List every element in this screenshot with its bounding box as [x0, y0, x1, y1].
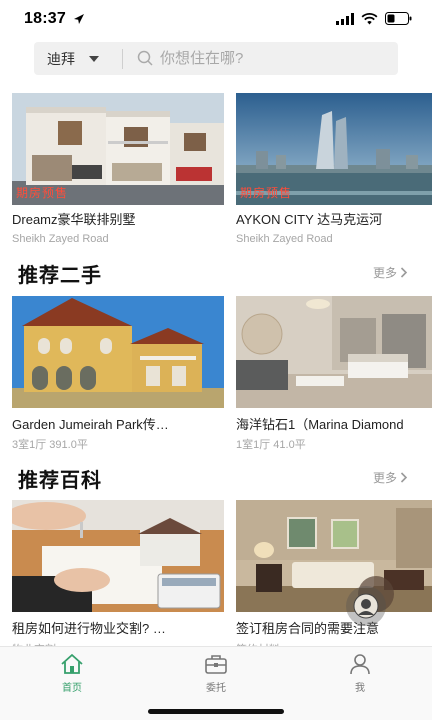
tab-label: 委托	[206, 683, 226, 694]
listing-card[interactable]: 海洋钻石1（Marina Diamond 1室1厅 41.0平	[236, 296, 432, 452]
listing-photo: 期房预售	[236, 93, 432, 205]
section-title-second-hand: 推荐二手	[18, 265, 102, 287]
presale-tag: 期房预售	[240, 186, 293, 200]
listing-photo	[236, 296, 432, 408]
location-arrow-icon	[74, 14, 84, 24]
more-second-hand-link[interactable]: 更多	[373, 264, 408, 281]
listing-card[interactable]: Garden Jumeirah Park传… 3室1厅 391.0平	[12, 296, 224, 452]
floating-avatar-button[interactable]	[346, 586, 386, 626]
city-label: 迪拜	[47, 50, 75, 67]
status-time: 18:37	[24, 10, 66, 27]
search-input[interactable]	[160, 50, 380, 67]
more-label: 更多	[372, 471, 397, 485]
listing-specs: 1室1厅 41.0平	[236, 439, 306, 451]
search-field[interactable]	[123, 42, 398, 75]
listing-photo	[12, 296, 224, 408]
more-encyclopedia-link[interactable]: 更多	[373, 469, 408, 486]
tab-home[interactable]: 首页	[0, 653, 144, 694]
more-label: 更多	[372, 266, 397, 280]
listing-specs: 3室1厅 391.0平	[12, 439, 88, 451]
listing-title: Dreamz豪华联排别墅	[12, 212, 136, 227]
search-bar: 迪拜	[34, 42, 398, 75]
article-photo	[12, 500, 224, 612]
tab-label: 首页	[62, 683, 82, 694]
presale-tag: 期房预售	[16, 186, 69, 200]
article-card[interactable]: 租房如何进行物业交割? … 物业交割	[12, 500, 224, 649]
article-card[interactable]: 签订租房合同的需要注意 签约材料	[236, 500, 432, 649]
listing-title: AYKON CITY 达马克运河	[236, 212, 383, 227]
listing-location: Sheikh Zayed Road	[12, 233, 109, 245]
listing-card[interactable]: 期房预售 AYKON CITY 达马克运河 Sheikh Zayed Road	[236, 93, 432, 253]
listing-card[interactable]: 期房预售 Dreamz豪华联排别墅 Sheikh Zayed Road	[12, 93, 224, 253]
city-selector[interactable]: 迪拜	[34, 42, 122, 75]
tab-me[interactable]: 我	[288, 653, 432, 694]
home-indicator	[148, 709, 284, 714]
avatar-icon	[353, 593, 379, 619]
chevron-right-icon	[400, 472, 408, 483]
section-title-encyclopedia: 推荐百科	[18, 470, 102, 492]
home-icon	[61, 654, 83, 674]
article-photo	[236, 500, 432, 612]
listing-location: Sheikh Zayed Road	[236, 233, 333, 245]
listing-title: 海洋钻石1（Marina Diamond	[236, 417, 404, 432]
tab-label: 我	[355, 683, 365, 694]
article-title: 租房如何进行物业交割? …	[12, 621, 166, 636]
dropdown-caret-icon	[89, 55, 99, 62]
wifi-icon	[361, 12, 378, 24]
listing-photo: 期房预售	[12, 93, 224, 205]
user-icon	[350, 654, 370, 675]
status-bar: 18:37	[0, 0, 432, 38]
listing-title: Garden Jumeirah Park传…	[12, 417, 169, 432]
chevron-right-icon	[400, 267, 408, 278]
tab-entrust[interactable]: 委托	[144, 653, 288, 694]
briefcase-icon	[205, 655, 227, 674]
article-title: 签订租房合同的需要注意	[236, 621, 380, 636]
status-icons	[336, 12, 412, 25]
battery-icon	[385, 12, 412, 25]
tab-bar: 首页 委托 我	[0, 646, 432, 720]
search-icon	[137, 50, 153, 66]
signal-icon	[336, 12, 354, 25]
